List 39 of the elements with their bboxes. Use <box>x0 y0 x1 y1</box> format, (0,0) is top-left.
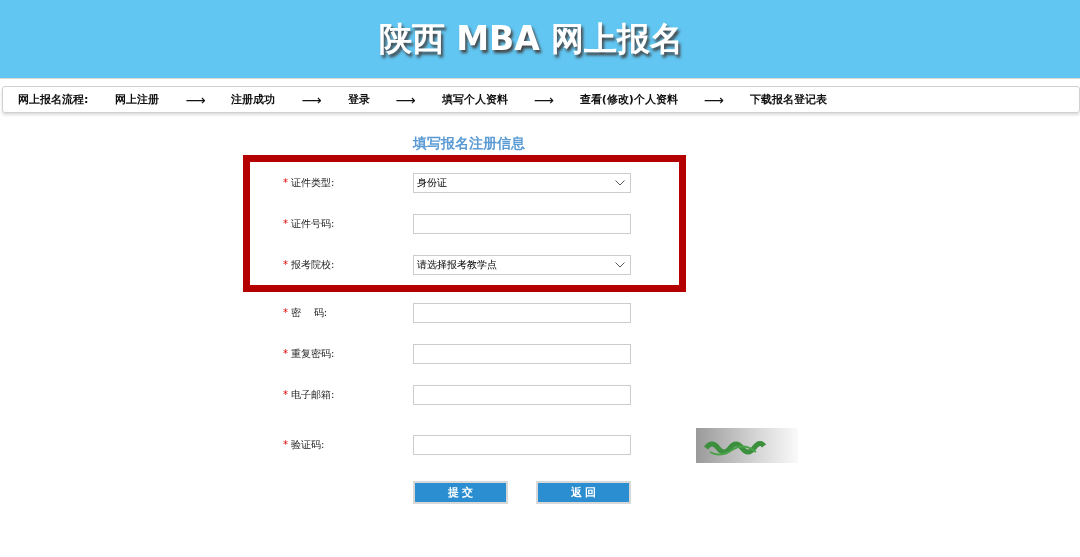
input-field[interactable] <box>413 213 631 234</box>
process-heading: 网上报名流程: <box>18 92 89 107</box>
arrow-icon: ⟶ <box>533 91 554 108</box>
input-field[interactable] <box>413 343 631 364</box>
process-step: 网上注册 <box>115 92 160 107</box>
process-step: 注册成功 <box>231 92 276 107</box>
chevron-down-icon <box>615 179 625 186</box>
field-label: 报考院校: <box>291 258 335 270</box>
arrow-icon: ⟶ <box>301 91 322 108</box>
form-button[interactable]: 返 回 <box>536 481 631 504</box>
process-step: 填写个人资料 <box>441 92 508 107</box>
required-mark: * <box>283 258 288 270</box>
required-mark: * <box>283 306 288 318</box>
field-label: 证件类型: <box>291 176 335 188</box>
site-title: 陕西 MBA 网上报名 <box>378 17 684 60</box>
field-label: 电子邮箱: <box>291 388 335 400</box>
field-label: 证件号码: <box>291 217 335 229</box>
chevron-down-icon <box>615 261 625 268</box>
process-step: 下载报名登记表 <box>749 92 827 107</box>
required-mark: * <box>283 347 288 359</box>
select-field[interactable]: 身份证 <box>413 172 631 193</box>
arrow-icon: ⟶ <box>703 91 724 108</box>
process-step: 登录 <box>347 92 370 107</box>
form-title: 填写报名注册信息 <box>413 135 526 153</box>
required-mark: * <box>283 388 288 400</box>
field-label: 密 码: <box>291 306 328 318</box>
arrow-icon: ⟶ <box>395 91 416 108</box>
arrow-icon: ⟶ <box>185 91 206 108</box>
select-field[interactable]: 请选择报考教学点 <box>413 254 631 275</box>
input-field[interactable] <box>413 384 631 405</box>
process-step: 查看(修改)个人资料 <box>579 92 678 107</box>
input-field[interactable] <box>413 435 631 455</box>
input-field[interactable] <box>413 302 631 323</box>
field-label: 验证码: <box>291 439 325 450</box>
required-mark: * <box>283 439 288 450</box>
field-label: 重复密码: <box>291 347 335 359</box>
required-mark: * <box>283 217 288 229</box>
required-mark: * <box>283 176 288 188</box>
form-button[interactable]: 提 交 <box>413 481 508 504</box>
